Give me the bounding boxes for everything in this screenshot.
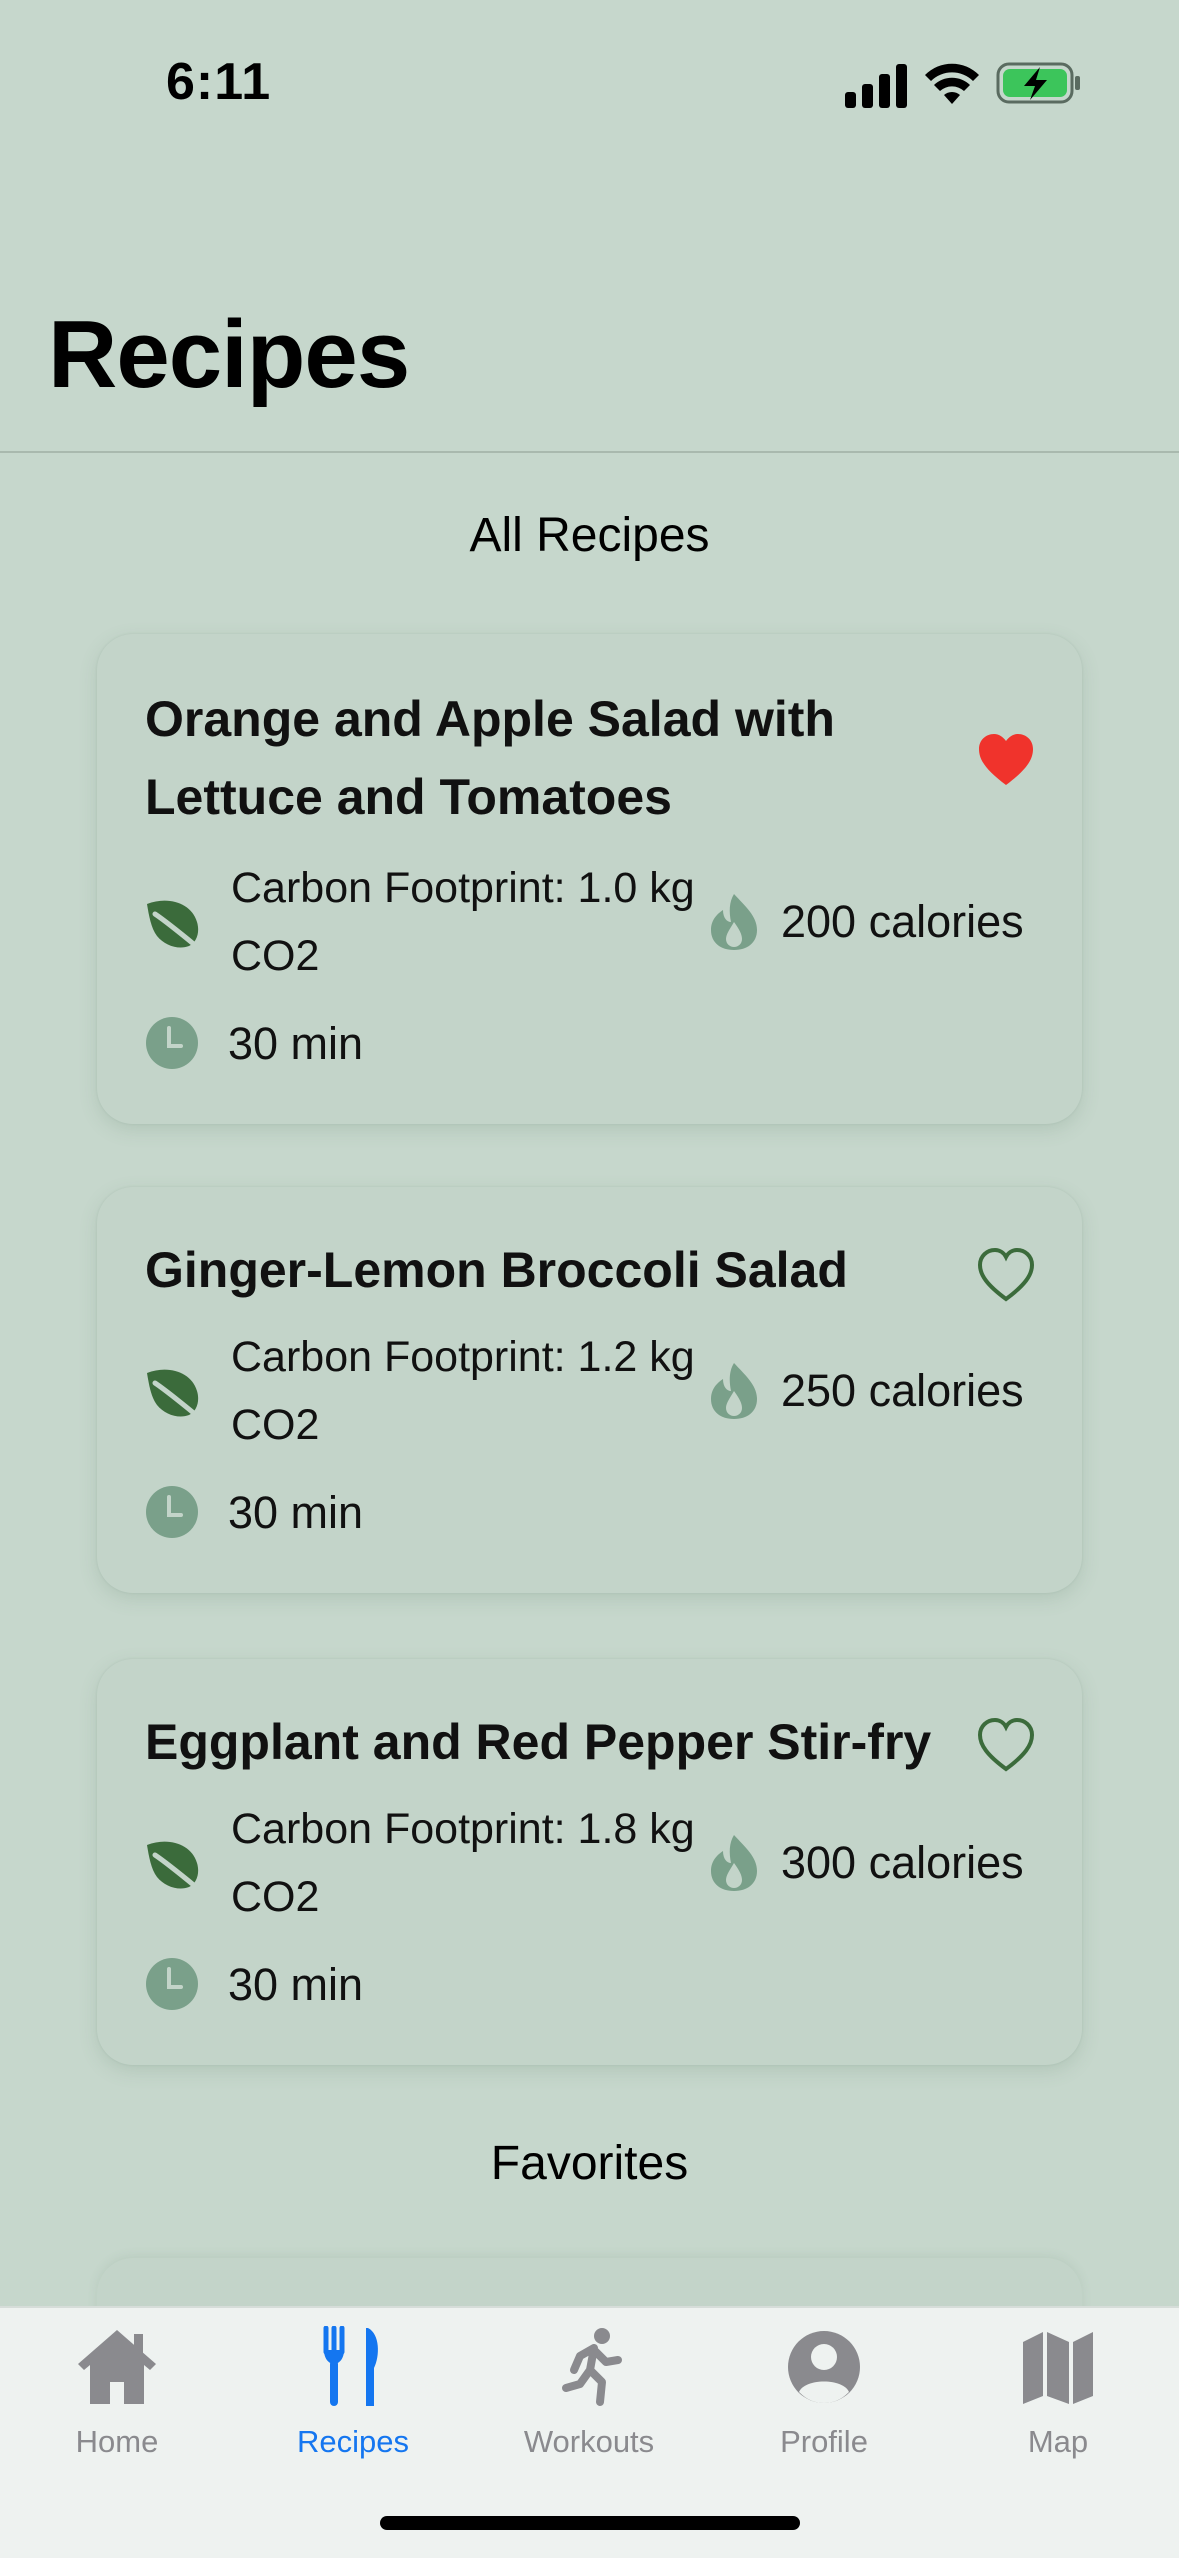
cellular-signal-icon (845, 64, 907, 108)
heart-outline-icon[interactable] (976, 1247, 1036, 1303)
tab-label: Map (1027, 2424, 1089, 2459)
tab-label: Workouts (523, 2424, 655, 2459)
flame-icon (711, 894, 757, 950)
carbon-footprint: Carbon Footprint: 1.8 kg CO2 (231, 1805, 695, 1921)
flame-icon (711, 1363, 757, 1419)
cook-time: 30 min (228, 1959, 364, 2010)
running-figure-icon (562, 2328, 622, 2406)
status-time: 6:11 (166, 53, 272, 111)
page-title: Recipes (48, 301, 410, 408)
tab-recipes[interactable]: Recipes (253, 2326, 453, 2476)
leaf-icon (147, 1841, 203, 1893)
house-icon (78, 2330, 156, 2404)
calories: 200 calories (781, 896, 1024, 947)
tab-workouts[interactable]: Workouts (489, 2326, 689, 2476)
recipe-title: Orange and Apple Salad with Lettuce and … (145, 691, 835, 825)
person-circle-icon (788, 2331, 860, 2403)
tab-label: Home (75, 2424, 159, 2459)
carbon-footprint: Carbon Footprint: 1.2 kg CO2 (231, 1333, 695, 1449)
fork-knife-icon (323, 2326, 378, 2406)
leaf-icon (147, 1369, 203, 1421)
title-divider (0, 451, 1179, 453)
tab-map[interactable]: Map (958, 2326, 1158, 2476)
calories: 300 calories (781, 1837, 1024, 1888)
flame-icon (711, 1835, 757, 1891)
heart-filled-icon[interactable] (976, 732, 1036, 788)
cook-time: 30 min (228, 1018, 364, 1069)
section-title-all-recipes: All Recipes (469, 509, 710, 562)
recipe-card[interactable]: Ginger-Lemon Broccoli Salad Carbon Footp… (97, 1187, 1082, 1593)
leaf-icon (147, 900, 203, 952)
tab-profile[interactable]: Profile (724, 2326, 924, 2476)
wifi-icon (925, 63, 979, 104)
recipe-title: Ginger-Lemon Broccoli Salad (145, 1242, 848, 1298)
status-bar: 6:11 (0, 0, 1179, 160)
clock-icon (146, 1486, 198, 1538)
tab-label: Recipes (297, 2424, 409, 2459)
carbon-footprint: Carbon Footprint: 1.0 kg CO2 (231, 864, 695, 980)
map-icon (1023, 2332, 1093, 2404)
cook-time: 30 min (228, 1487, 364, 1538)
clock-icon (146, 1958, 198, 2010)
home-indicator (380, 2516, 800, 2530)
calories: 250 calories (781, 1365, 1024, 1416)
tab-label: Profile (780, 2424, 868, 2459)
heart-outline-icon[interactable] (976, 1717, 1036, 1773)
clock-icon (146, 1017, 198, 1069)
section-title-favorites: Favorites (490, 2137, 689, 2190)
recipe-title: Eggplant and Red Pepper Stir-fry (145, 1714, 932, 1770)
tab-home[interactable]: Home (17, 2326, 217, 2476)
battery-charging-icon (996, 62, 1080, 104)
recipe-card[interactable]: Eggplant and Red Pepper Stir-fry Carbon … (97, 1659, 1082, 2065)
recipe-card[interactable]: Orange and Apple Salad with Lettuce and … (97, 634, 1082, 1124)
